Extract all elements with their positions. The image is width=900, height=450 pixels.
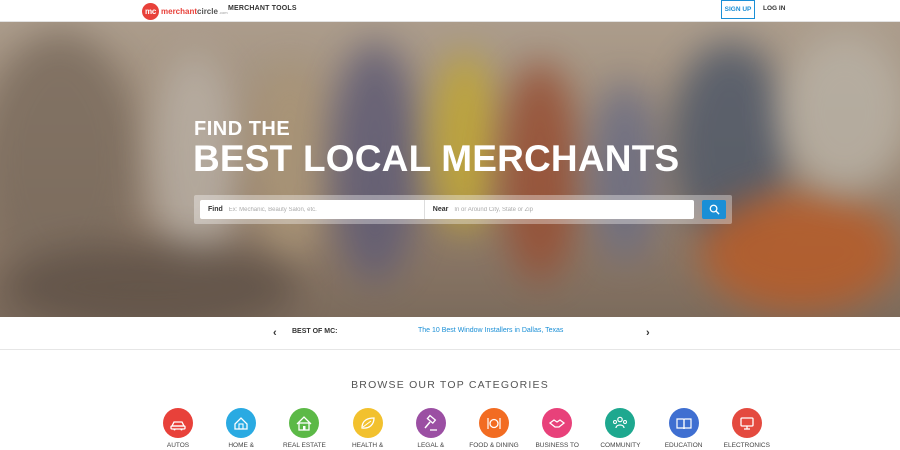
category-label: ELECTRONICS: [723, 442, 770, 449]
category-label: BUSINESS TO: [535, 442, 579, 449]
sign-up-button[interactable]: SIGN UP: [721, 0, 755, 19]
category-circle: [479, 408, 509, 438]
category-circle: [542, 408, 573, 438]
house-icon: [296, 416, 312, 431]
near-input[interactable]: [454, 206, 645, 213]
category-label: FOOD & DINING: [469, 442, 519, 449]
category-label: REAL ESTATE: [282, 442, 326, 449]
car-icon: [170, 421, 186, 431]
category-business-to[interactable]: BUSINESS TO: [527, 408, 587, 449]
category-electronics[interactable]: ELECTRONICS: [717, 408, 777, 449]
near-label: Near: [432, 206, 449, 213]
category-community[interactable]: COMMUNITY: [590, 408, 650, 449]
category-education[interactable]: EDUCATION: [654, 408, 714, 449]
monitor-icon: [740, 417, 754, 430]
category-legal[interactable]: LEGAL &: [401, 408, 461, 449]
log-in-link[interactable]: LOG IN: [763, 5, 785, 12]
category-health[interactable]: HEALTH &: [338, 408, 398, 449]
find-label: Find: [208, 206, 223, 213]
logo-tld: .com: [218, 9, 228, 15]
home-icon: [234, 417, 248, 430]
category-circle: [226, 408, 257, 438]
search-divider: [423, 200, 425, 219]
top-header: mc merchantcircle .com MERCHANT TOOLS SI…: [0, 0, 900, 22]
category-label: EDUCATION: [664, 442, 703, 449]
category-circle: [289, 408, 320, 438]
category-label: LEGAL &: [417, 442, 445, 449]
book-icon: [675, 418, 692, 430]
category-label: AUTOS: [166, 442, 190, 449]
merchantcircle-logo[interactable]: mc merchantcircle .com: [142, 2, 228, 20]
category-label: HOME &: [228, 442, 255, 449]
category-circle: [731, 408, 762, 438]
best-of-label: BEST OF MC:: [292, 328, 338, 335]
search-button[interactable]: [702, 200, 726, 219]
categories-title: BROWSE OUR TOP CATEGORIES: [351, 379, 549, 391]
hero-title-line2: BEST LOCAL MERCHANTS: [193, 138, 680, 179]
category-circle: [415, 408, 446, 438]
merchant-tools-link[interactable]: MERCHANT TOOLS: [228, 5, 297, 12]
logo-text: merchantcircle: [161, 6, 218, 16]
find-input[interactable]: [228, 206, 419, 213]
category-circle: [668, 408, 699, 438]
search-bar: Find Near: [194, 195, 732, 224]
gavel-icon: [424, 414, 437, 431]
handshake-icon: [549, 419, 566, 428]
best-of-bar: ‹ BEST OF MC: The 10 Best Window Install…: [0, 317, 900, 350]
logo-mark: mc: [142, 2, 159, 20]
best-of-link[interactable]: The 10 Best Window Installers in Dallas,…: [418, 327, 563, 334]
search-icon: [709, 204, 720, 215]
category-circle: [352, 408, 383, 438]
dining-icon: [487, 418, 501, 429]
category-circle: [605, 408, 636, 438]
leaf-icon: [360, 417, 375, 429]
category-label: COMMUNITY: [600, 442, 641, 449]
category-home[interactable]: HOME &: [211, 408, 271, 449]
chevron-left-icon[interactable]: ‹: [273, 327, 277, 339]
category-food-dining[interactable]: FOOD & DINING: [464, 408, 524, 449]
people-icon: [613, 416, 628, 429]
category-autos[interactable]: AUTOS: [148, 408, 208, 449]
category-label: HEALTH &: [351, 442, 384, 449]
hero-banner: FIND THE BEST LOCAL MERCHANTS Find Near: [0, 22, 900, 317]
category-circle: [163, 408, 193, 438]
chevron-right-icon[interactable]: ›: [646, 327, 650, 339]
category-real-estate[interactable]: REAL ESTATE: [274, 408, 334, 449]
search-box: Find Near: [200, 200, 694, 219]
